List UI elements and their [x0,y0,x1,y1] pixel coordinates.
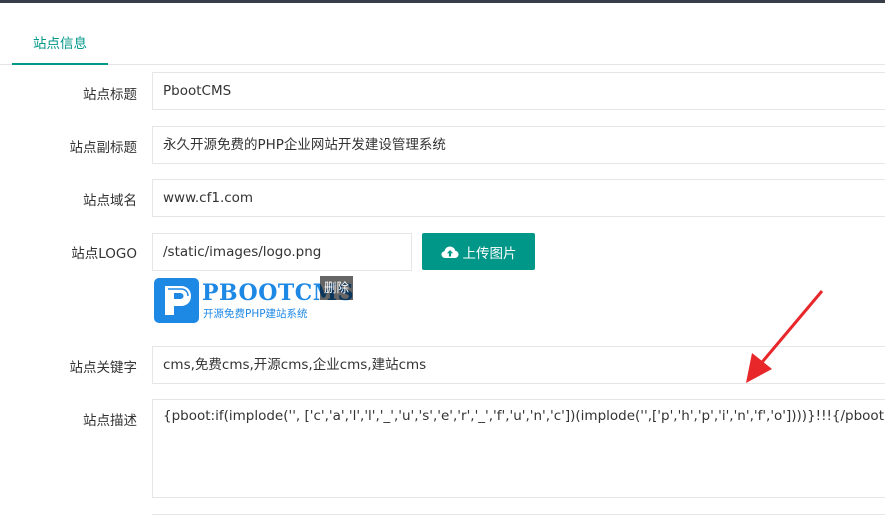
logo-preview-image: PBOOTCMS 开源免费PHP建站系统 [154,278,354,324]
logo-path-input[interactable]: /static/images/logo.png [152,233,412,271]
logo-tagline: 开源免费PHP建站系统 [203,308,308,320]
site-description-textarea[interactable]: {pboot:if(implode('', ['c','a','l','l','… [152,399,885,498]
title-label: 站点标题 [83,87,137,103]
tab-bar: 站点信息 [0,3,885,65]
upload-button-label: 上传图片 [462,245,517,262]
logo-label: 站点LOGO [71,246,137,262]
tab-site-info[interactable]: 站点信息 [12,25,108,65]
domain-label: 站点域名 [83,193,137,209]
cloud-upload-icon [441,245,459,259]
annotation-arrow [746,290,824,383]
subtitle-label: 站点副标题 [69,140,138,156]
site-title-input[interactable]: PbootCMS [152,72,885,110]
keywords-label: 站点关键字 [69,360,138,376]
site-subtitle-input[interactable]: 永久开源免费的PHP企业网站开发建设管理系统 [152,126,885,164]
description-label: 站点描述 [83,413,137,429]
upload-image-button[interactable]: 上传图片 [422,233,535,270]
delete-logo-button[interactable]: 删除 [320,276,353,300]
site-domain-input[interactable]: www.cf1.com [152,179,885,217]
